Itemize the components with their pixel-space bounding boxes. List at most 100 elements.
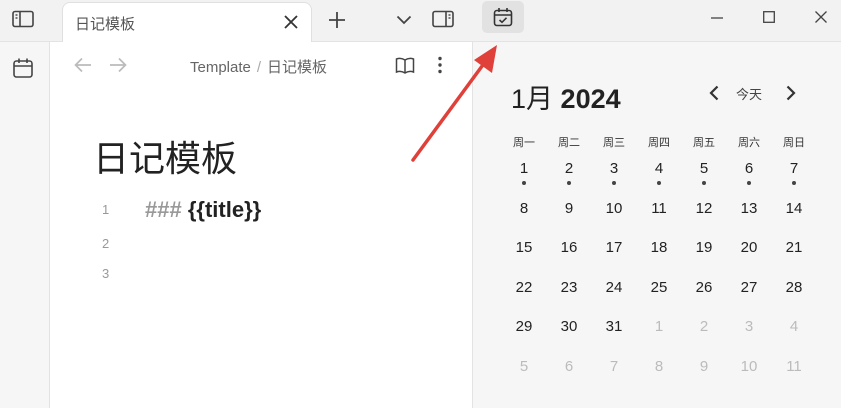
calendar-day-adjacent[interactable]: 8: [639, 358, 679, 375]
note-indicator-dot: [792, 181, 796, 185]
calendar-day[interactable]: 28: [774, 279, 814, 296]
calendar-day[interactable]: 30: [549, 318, 589, 335]
calendar-day[interactable]: 21: [774, 239, 814, 256]
right-panel-header: [473, 0, 841, 42]
calendar-day[interactable]: 9: [549, 200, 589, 217]
previous-month-button[interactable]: [703, 81, 725, 105]
weekday-label: 周二: [558, 136, 580, 149]
calendar-day-adjacent[interactable]: 11: [774, 358, 814, 375]
calendar-day[interactable]: 18: [639, 239, 679, 256]
breadcrumb-folder[interactable]: Template: [190, 59, 251, 76]
calendar-day[interactable]: 10: [594, 200, 634, 217]
calendar-day[interactable]: 6: [729, 160, 769, 177]
tab-close-button[interactable]: [281, 12, 301, 32]
forward-button[interactable]: [107, 54, 129, 76]
calendar-day[interactable]: 1: [504, 160, 544, 177]
calendar-day[interactable]: 16: [549, 239, 589, 256]
back-button[interactable]: [72, 54, 94, 76]
tab-list-button[interactable]: [392, 8, 416, 32]
right-sidebar-toggle-button[interactable]: [430, 6, 456, 32]
calendar-day-adjacent[interactable]: 5: [504, 358, 544, 375]
ribbon-header: [0, 0, 50, 42]
calendar-day[interactable]: 26: [684, 279, 724, 296]
tab-active[interactable]: 日记模板: [62, 2, 312, 43]
breadcrumb-separator: /: [256, 59, 262, 76]
line-number: 3: [102, 266, 110, 281]
calendar-day-adjacent[interactable]: 3: [729, 318, 769, 335]
next-month-button[interactable]: [780, 81, 802, 105]
calendar-day[interactable]: 13: [729, 200, 769, 217]
calendar-day[interactable]: 5: [684, 160, 724, 177]
calendar-day[interactable]: 12: [684, 200, 724, 217]
calendar-ribbon-button[interactable]: [11, 56, 35, 80]
arrow-right-icon: [110, 57, 127, 73]
calendar-day[interactable]: 25: [639, 279, 679, 296]
calendar-check-icon: [493, 8, 513, 27]
calendar-day[interactable]: 7: [774, 160, 814, 177]
today-button[interactable]: 今天: [736, 84, 762, 103]
window-minimize-button[interactable]: [705, 6, 729, 30]
calendar-day[interactable]: 2: [549, 160, 589, 177]
calendar-day[interactable]: 24: [594, 279, 634, 296]
weekday-label: 周五: [693, 136, 715, 149]
editor-line[interactable]: ### {{title}}: [145, 197, 261, 223]
window-maximize-button[interactable]: [757, 5, 781, 29]
calendar-day-adjacent[interactable]: 4: [774, 318, 814, 335]
calendar-panel: 1月 2024 今天 周一 周二 周三 周四 周五 周六 周日 1 2 3 4 5 6 7 8 9 10 11 1…: [473, 42, 841, 408]
line-number: 1: [102, 202, 110, 217]
calendar-day[interactable]: 8: [504, 200, 544, 217]
editor-pane: Template / 日记模板 日记模板 1 2 3 ### {{title}}: [50, 42, 473, 408]
note-indicator-dot: [657, 181, 661, 185]
calendar-day[interactable]: 27: [729, 279, 769, 296]
window-close-icon: [815, 11, 827, 23]
calendar-day[interactable]: 22: [504, 279, 544, 296]
calendar-day-adjacent[interactable]: 2: [684, 318, 724, 335]
calendar-month: 1月: [511, 84, 554, 114]
note-indicator-dot: [567, 181, 571, 185]
calendar-view-tab[interactable]: [482, 1, 524, 33]
calendar-day[interactable]: 14: [774, 200, 814, 217]
window-close-button[interactable]: [809, 5, 833, 29]
line-number: 2: [102, 236, 110, 251]
chevron-left-icon: [709, 85, 719, 101]
calendar-day[interactable]: 19: [684, 239, 724, 256]
calendar-day-adjacent[interactable]: 9: [684, 358, 724, 375]
breadcrumb-file[interactable]: 日记模板: [267, 59, 327, 76]
calendar-title: 1月 2024: [511, 77, 621, 116]
calendar-day[interactable]: 11: [639, 200, 679, 217]
calendar-day[interactable]: 4: [639, 160, 679, 177]
note-indicator-dot: [612, 181, 616, 185]
heading-marker: ###: [145, 197, 182, 222]
left-ribbon: [0, 42, 50, 408]
sidebar-toggle-button[interactable]: [10, 6, 36, 32]
calendar-day-adjacent[interactable]: 6: [549, 358, 589, 375]
calendar-day[interactable]: 31: [594, 318, 634, 335]
new-tab-button[interactable]: [325, 8, 349, 32]
calendar-day-adjacent[interactable]: 1: [639, 318, 679, 335]
app-window: 日记模板 Template / 日记模板 日记模板 1 2 3 ### {{ti…: [0, 0, 841, 408]
document-title[interactable]: 日记模板: [93, 130, 237, 182]
weekday-label: 周四: [648, 136, 670, 149]
tab-title: 日记模板: [75, 15, 136, 33]
note-indicator-dot: [522, 181, 526, 185]
more-vertical-icon: [438, 56, 442, 74]
calendar-day[interactable]: 29: [504, 318, 544, 335]
calendar-day[interactable]: 23: [549, 279, 589, 296]
weekday-label: 周一: [513, 136, 535, 149]
calendar-day[interactable]: 15: [504, 239, 544, 256]
calendar-year: 2024: [560, 84, 621, 114]
calendar-day-adjacent[interactable]: 10: [729, 358, 769, 375]
calendar-day-adjacent[interactable]: 7: [594, 358, 634, 375]
right-sidebar-icon: [432, 10, 454, 28]
more-options-button[interactable]: [430, 54, 450, 76]
reading-view-button[interactable]: [393, 54, 417, 76]
breadcrumb: Template / 日记模板: [190, 56, 327, 77]
plus-icon: [329, 12, 345, 28]
calendar-day[interactable]: 20: [729, 239, 769, 256]
tab-bar: 日记模板: [50, 0, 473, 43]
calendar-icon: [13, 58, 33, 78]
calendar-day[interactable]: 17: [594, 239, 634, 256]
weekday-label: 周六: [738, 136, 760, 149]
template-placeholder: {{title}}: [187, 197, 262, 222]
calendar-day[interactable]: 3: [594, 160, 634, 177]
